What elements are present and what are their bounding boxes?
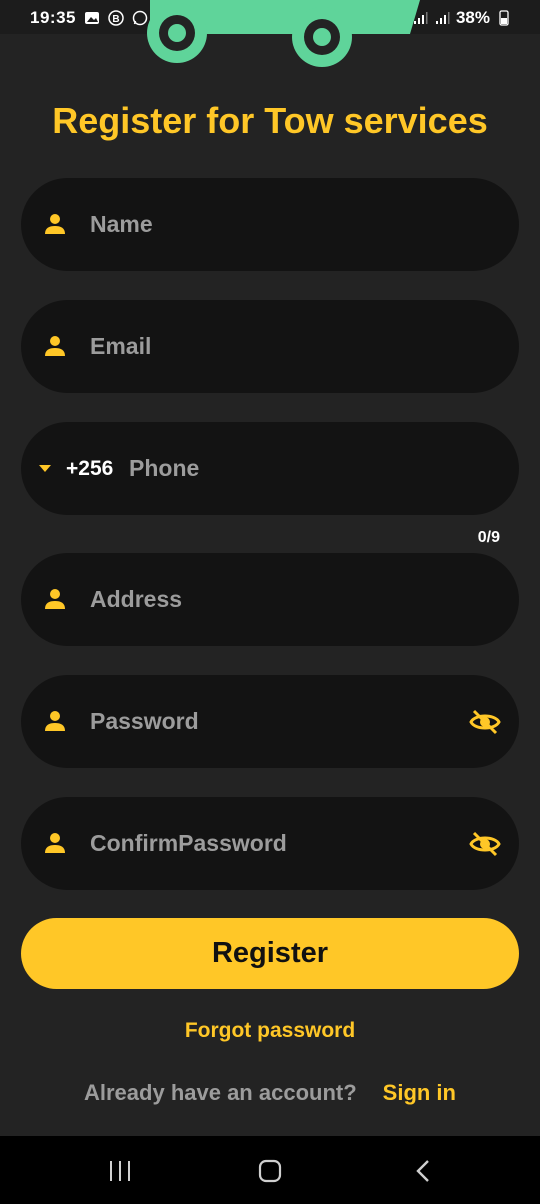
eye-off-icon[interactable] bbox=[469, 828, 501, 860]
battery-icon bbox=[499, 10, 509, 26]
password-placeholder: Password bbox=[90, 708, 199, 734]
wifi-icon bbox=[390, 12, 406, 24]
person-icon bbox=[45, 214, 65, 234]
navigation-bar bbox=[0, 1136, 540, 1204]
dropdown-arrow-icon[interactable] bbox=[37, 460, 53, 476]
alarm-icon bbox=[325, 12, 339, 26]
location-icon bbox=[370, 11, 381, 25]
country-code[interactable]: +256 bbox=[66, 422, 113, 515]
gallery-icon bbox=[84, 12, 99, 24]
confirm-password-field[interactable]: ConfirmPassword bbox=[21, 797, 519, 890]
email-field[interactable]: Email bbox=[21, 300, 519, 393]
mute-icon bbox=[347, 11, 361, 25]
svg-text:B: B bbox=[112, 14, 119, 25]
signin-row: Already have an account? Sign in bbox=[0, 1080, 540, 1106]
home-icon[interactable] bbox=[257, 1158, 283, 1184]
status-left: 19:35 B bbox=[30, 8, 172, 28]
eye-off-icon[interactable] bbox=[469, 706, 501, 738]
b-badge-icon: B bbox=[108, 10, 124, 26]
confirm-password-placeholder: ConfirmPassword bbox=[90, 830, 287, 856]
whatsapp-icon bbox=[132, 10, 148, 26]
phone-field[interactable]: +256 Phone bbox=[21, 422, 519, 515]
signal-icon-2 bbox=[435, 12, 450, 24]
page-title: Register for Tow services bbox=[52, 100, 488, 141]
person-icon bbox=[45, 336, 65, 356]
register-button[interactable]: Register bbox=[21, 918, 519, 989]
person-icon bbox=[45, 833, 65, 853]
signal-icon-1 bbox=[413, 12, 428, 24]
email-placeholder: Email bbox=[90, 333, 152, 359]
address-placeholder: Address bbox=[90, 586, 183, 612]
status-time: 19:35 bbox=[30, 8, 76, 27]
phone-character-counter: 0/9 bbox=[477, 529, 500, 546]
status-bar: 19:35 B 38% bbox=[0, 0, 540, 34]
notification-dot-icon bbox=[161, 15, 167, 21]
name-field[interactable]: Name bbox=[21, 178, 519, 271]
phone-placeholder: Phone bbox=[129, 455, 200, 481]
battery-percentage: 38% bbox=[455, 8, 490, 27]
sign-in-link[interactable]: Sign in bbox=[383, 1080, 456, 1105]
account-question: Already have an account? bbox=[84, 1080, 357, 1105]
status-right: 38% bbox=[324, 8, 512, 28]
name-placeholder: Name bbox=[90, 211, 153, 237]
recents-icon[interactable] bbox=[107, 1158, 133, 1184]
back-icon[interactable] bbox=[410, 1158, 436, 1184]
password-field[interactable]: Password bbox=[21, 675, 519, 768]
forgot-password-link[interactable]: Forgot password bbox=[0, 1019, 540, 1043]
person-icon bbox=[45, 589, 65, 609]
address-field[interactable]: Address bbox=[21, 553, 519, 646]
person-icon bbox=[45, 711, 65, 731]
